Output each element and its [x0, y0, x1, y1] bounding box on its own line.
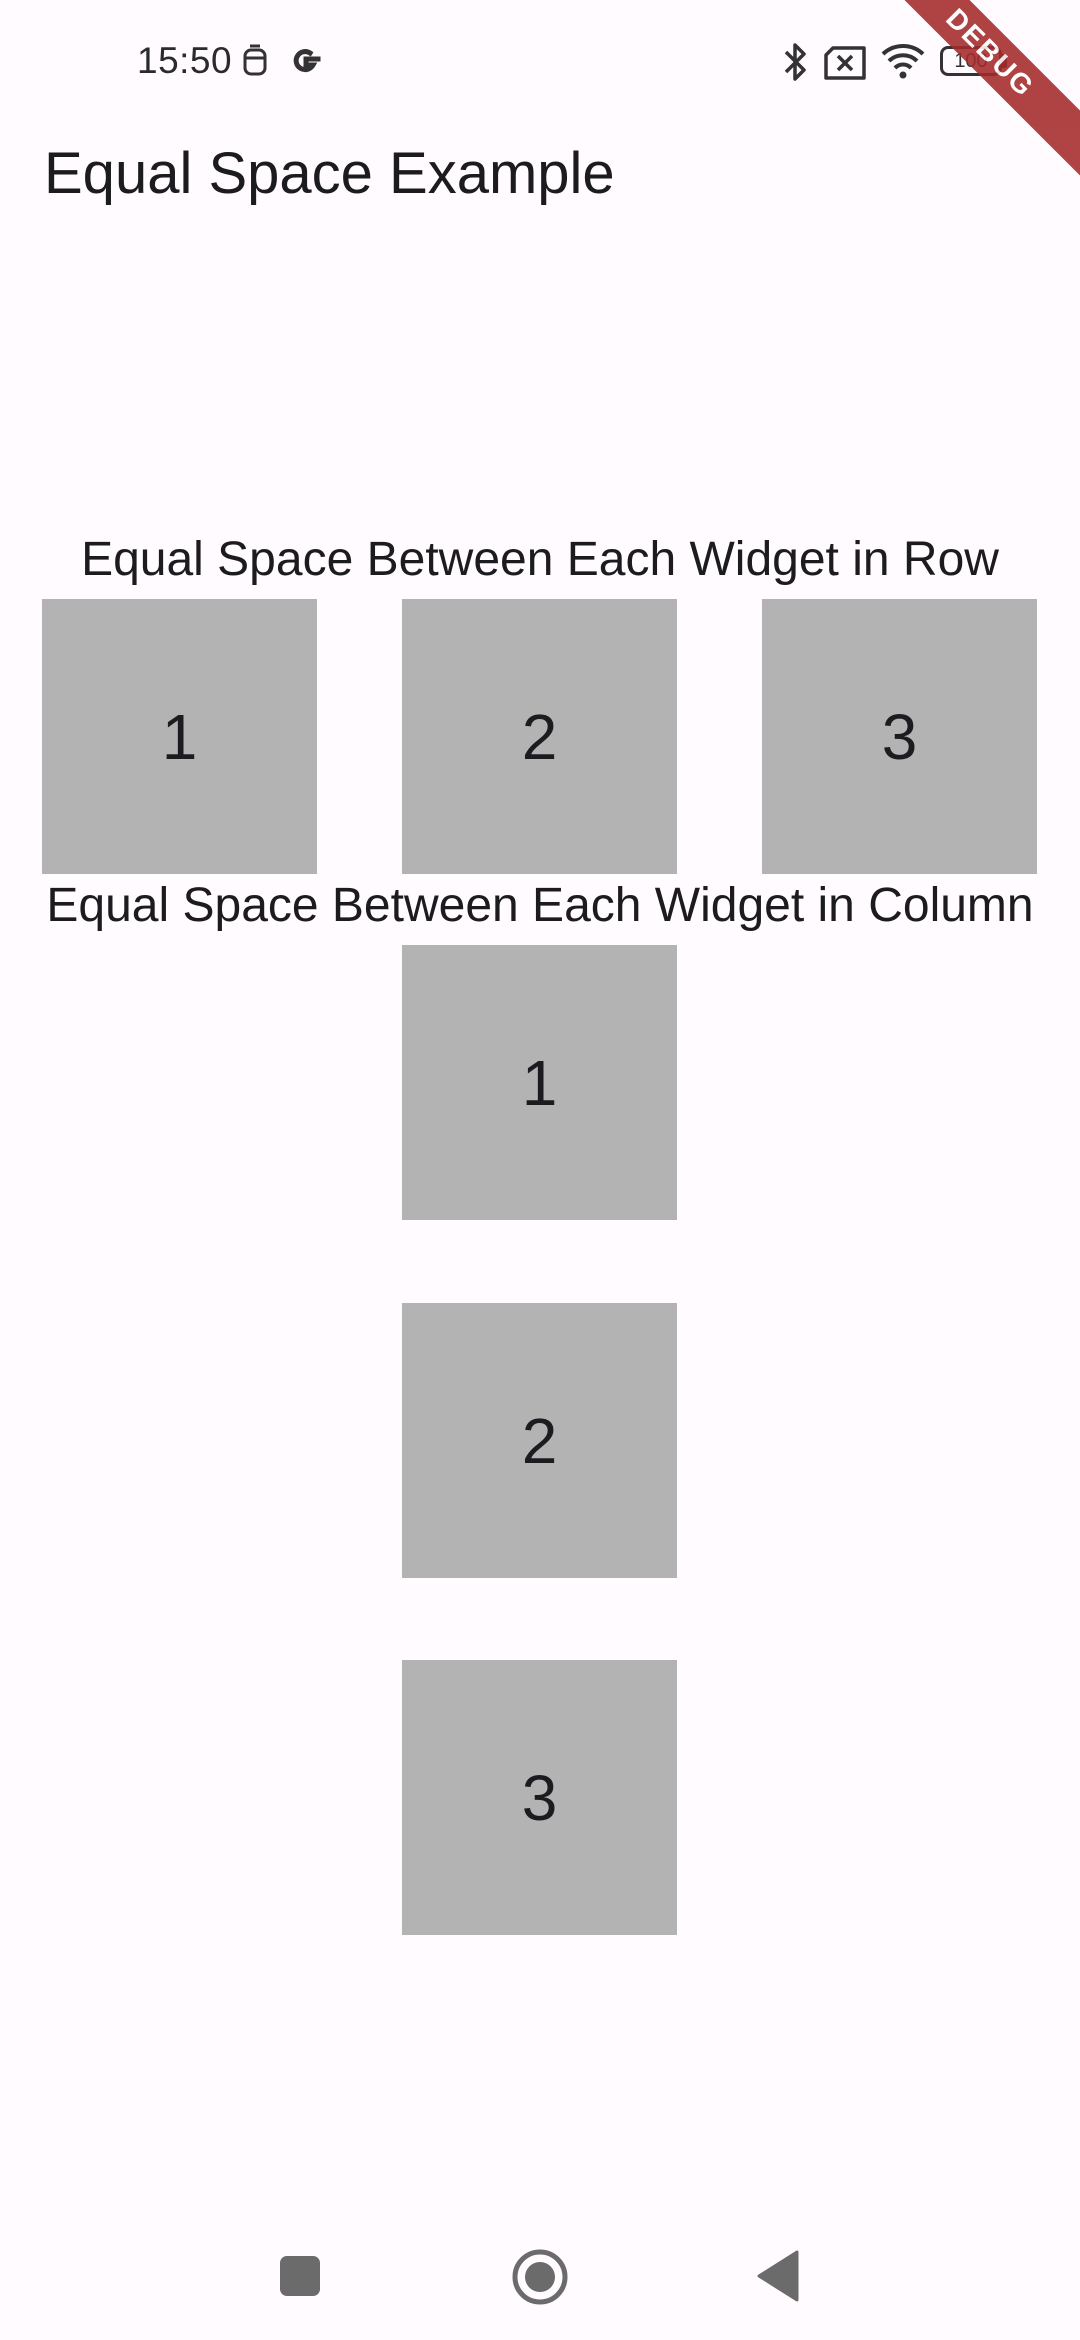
status-bar: 15:50 100 — [0, 0, 1080, 190]
column-section-title: Equal Space Between Each Widget in Colum… — [46, 879, 1034, 932]
row-box-label: 3 — [881, 700, 918, 773]
column-box-label: 1 — [521, 1046, 558, 1119]
row-box-3: 3 — [762, 599, 1037, 874]
recents-button[interactable] — [279, 2255, 321, 2297]
notification-icon — [243, 44, 267, 76]
sim-error-icon — [824, 46, 866, 80]
screen: 15:50 100 — [0, 0, 1080, 2340]
app-bar-title: Equal Space Example — [44, 141, 615, 206]
row-box-label: 1 — [161, 700, 198, 773]
column-box-2: 2 — [402, 1303, 677, 1578]
row-box-1: 1 — [42, 599, 317, 874]
wifi-icon — [881, 44, 925, 79]
back-button[interactable] — [757, 2250, 799, 2302]
back-icon — [757, 2250, 799, 2302]
row-box-2: 2 — [402, 599, 677, 874]
column-box-1: 1 — [402, 945, 677, 1220]
status-time: 15:50 — [137, 40, 233, 81]
debug-banner: DEBUG — [853, 0, 1080, 190]
row-box-label: 2 — [521, 700, 558, 773]
home-button[interactable] — [511, 2248, 569, 2306]
column-box-label: 2 — [521, 1404, 558, 1477]
bluetooth-icon — [784, 43, 806, 81]
recents-icon — [280, 2256, 320, 2296]
column-box-label: 3 — [521, 1761, 558, 1834]
navigation-bar — [0, 2200, 1080, 2340]
home-icon — [512, 2249, 568, 2305]
google-icon — [293, 49, 321, 73]
column-box-3: 3 — [402, 1660, 677, 1935]
row-section-title: Equal Space Between Each Widget in Row — [81, 533, 999, 586]
